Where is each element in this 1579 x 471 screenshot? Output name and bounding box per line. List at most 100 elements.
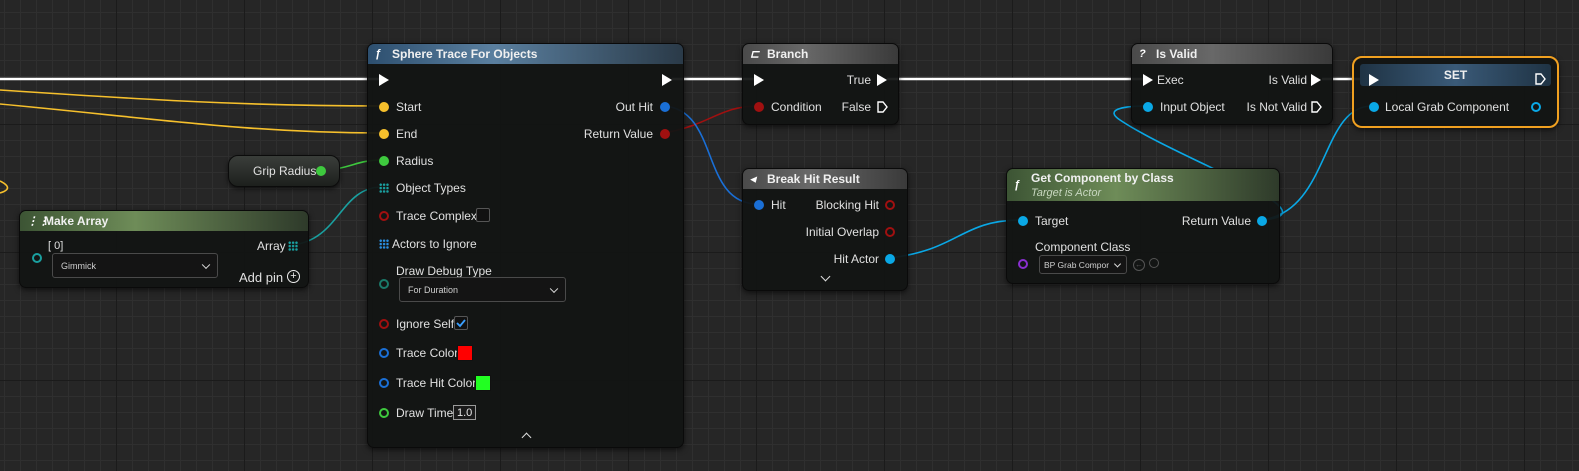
get-component-node[interactable]: ƒ Get Component by Class Target is Actor… [1006, 168, 1280, 284]
input-object-pin[interactable] [1143, 102, 1153, 112]
make-array-output-label: Array [257, 239, 286, 253]
draw-debug-type-value: For Duration [408, 284, 459, 295]
is-not-valid-exec-pin[interactable] [1311, 101, 1322, 113]
hit-label: Hit [771, 198, 786, 212]
component-class-pin[interactable] [1018, 259, 1028, 269]
array-output-pin[interactable] [288, 241, 298, 251]
exec-input-pin[interactable] [379, 74, 389, 86]
branch-header: ⊏ Branch [743, 44, 898, 64]
draw-time-input[interactable]: 1.0 [453, 405, 477, 420]
make-array-icon: ⋮⋮ [27, 215, 49, 228]
question-icon: ? [1139, 48, 1146, 60]
get-component-subtitle: Target is Actor [1031, 187, 1102, 199]
actors-to-ignore-label: Actors to Ignore [392, 237, 477, 251]
gimmick-dropdown-value: Gimmick [61, 260, 96, 271]
condition-pin[interactable] [754, 102, 764, 112]
blocking-hit-pin[interactable] [885, 200, 895, 210]
is-valid-exec-input-pin[interactable] [1143, 74, 1153, 86]
radius-pin[interactable] [379, 156, 389, 166]
draw-time-pin[interactable] [379, 408, 389, 418]
true-exec-pin[interactable] [877, 74, 887, 86]
vector-wire [0, 180, 9, 194]
sphere-trace-title: Sphere Trace For Objects [392, 47, 538, 61]
initial-overlap-label: Initial Overlap [805, 225, 879, 239]
local-grab-component-output-pin[interactable] [1531, 102, 1541, 112]
break-hit-node[interactable]: ◂ Break Hit Result Hit Blocking Hit Init… [742, 168, 908, 291]
is-valid-exec-pin[interactable] [1311, 74, 1321, 86]
ignore-self-pin[interactable] [379, 319, 389, 329]
true-label: True [846, 73, 871, 87]
trace-complex-pin[interactable] [379, 211, 389, 221]
branch-node[interactable]: ⊏ Branch Condition True False [742, 43, 899, 125]
component-class-dropdown[interactable]: BP Grab Compor [1039, 255, 1127, 274]
false-label: False [841, 100, 871, 114]
set-exec-input-pin[interactable] [1369, 74, 1379, 86]
target-label: Target [1035, 214, 1069, 228]
grip-radius-output-pin[interactable] [316, 166, 326, 176]
add-pin-label[interactable]: Add pin [239, 269, 283, 285]
false-exec-pin[interactable] [877, 101, 888, 113]
exec-output-pin[interactable] [662, 74, 672, 86]
use-selected-icon[interactable]: ← [1133, 259, 1145, 271]
gimmick-dropdown[interactable]: Gimmick [52, 253, 218, 278]
exec-label: Exec [1157, 73, 1184, 87]
make-array-index-label: [ 0] [48, 240, 64, 252]
grip-radius-node[interactable]: Grip Radius [228, 155, 340, 187]
get-component-return-pin[interactable] [1257, 216, 1267, 226]
grip-radius-label: Grip Radius [253, 164, 317, 178]
target-pin[interactable] [1018, 216, 1028, 226]
browse-search-icon[interactable] [1149, 258, 1159, 268]
out-hit-pin[interactable] [660, 102, 670, 112]
draw-debug-type-dropdown[interactable]: For Duration [399, 277, 566, 302]
object-types-pin[interactable] [379, 183, 389, 193]
draw-time-label: Draw Time [396, 406, 454, 420]
vector-wire [0, 103, 383, 134]
function-icon: ƒ [375, 48, 382, 60]
set-header: SET [1360, 64, 1551, 86]
trace-color-pin[interactable] [379, 348, 389, 358]
trace-hit-color-label: Trace Hit Color [396, 376, 477, 390]
hit-input-pin[interactable] [754, 200, 764, 210]
set-node[interactable]: SET Local Grab Component [1352, 56, 1559, 128]
end-pin[interactable] [379, 129, 389, 139]
initial-overlap-pin[interactable] [885, 227, 895, 237]
expand-chevron-icon[interactable] [820, 271, 831, 282]
hit-actor-pin[interactable] [885, 254, 895, 264]
chevron-down-icon [201, 260, 211, 269]
is-valid-title: Is Valid [1156, 47, 1198, 61]
start-pin[interactable] [379, 102, 389, 112]
is-valid-header: ? Is Valid [1132, 44, 1332, 64]
is-not-valid-label: Is Not Valid [1246, 100, 1307, 114]
get-component-header: ƒ Get Component by Class Target is Actor [1007, 169, 1279, 201]
return-value-pin[interactable] [660, 129, 670, 139]
blocking-hit-label: Blocking Hit [815, 198, 879, 212]
trace-hit-color-swatch[interactable] [475, 375, 491, 391]
collapse-chevron-icon[interactable] [521, 432, 532, 443]
condition-label: Condition [771, 100, 822, 114]
check-icon [456, 319, 466, 328]
branch-exec-input-pin[interactable] [754, 74, 764, 86]
trace-color-swatch[interactable] [457, 345, 473, 361]
add-pin-icon[interactable]: + [287, 270, 300, 283]
make-array-title: Make Array [44, 214, 109, 228]
local-grab-component-input-pin[interactable] [1369, 102, 1379, 112]
branch-icon: ⊏ [750, 48, 760, 61]
draw-debug-type-pin[interactable] [379, 279, 389, 289]
local-grab-component-label: Local Grab Component [1385, 100, 1510, 114]
ignore-self-label: Ignore Self [396, 317, 455, 331]
input-object-label: Input Object [1160, 100, 1225, 114]
ignore-self-checkbox[interactable] [454, 316, 468, 330]
sphere-trace-node[interactable]: ƒ Sphere Trace For Objects Start End Rad… [367, 43, 684, 448]
make-array-node[interactable]: ⋮⋮ Make Array [ 0] Gimmick Array Add pin… [19, 210, 309, 288]
object-wire [888, 219, 1023, 259]
return-value-label: Return Value [1181, 214, 1251, 228]
trace-hit-color-pin[interactable] [379, 378, 389, 388]
hit-actor-label: Hit Actor [833, 252, 879, 266]
set-exec-output-pin[interactable] [1535, 73, 1546, 85]
actors-to-ignore-pin[interactable] [379, 239, 389, 249]
make-array-input-pin[interactable] [32, 253, 42, 263]
vector-wire [0, 89, 383, 107]
is-valid-node[interactable]: ? Is Valid Exec Input Object Is Valid Is… [1131, 43, 1333, 125]
trace-complex-checkbox[interactable] [476, 208, 490, 222]
component-class-value: BP Grab Compor [1044, 259, 1110, 270]
